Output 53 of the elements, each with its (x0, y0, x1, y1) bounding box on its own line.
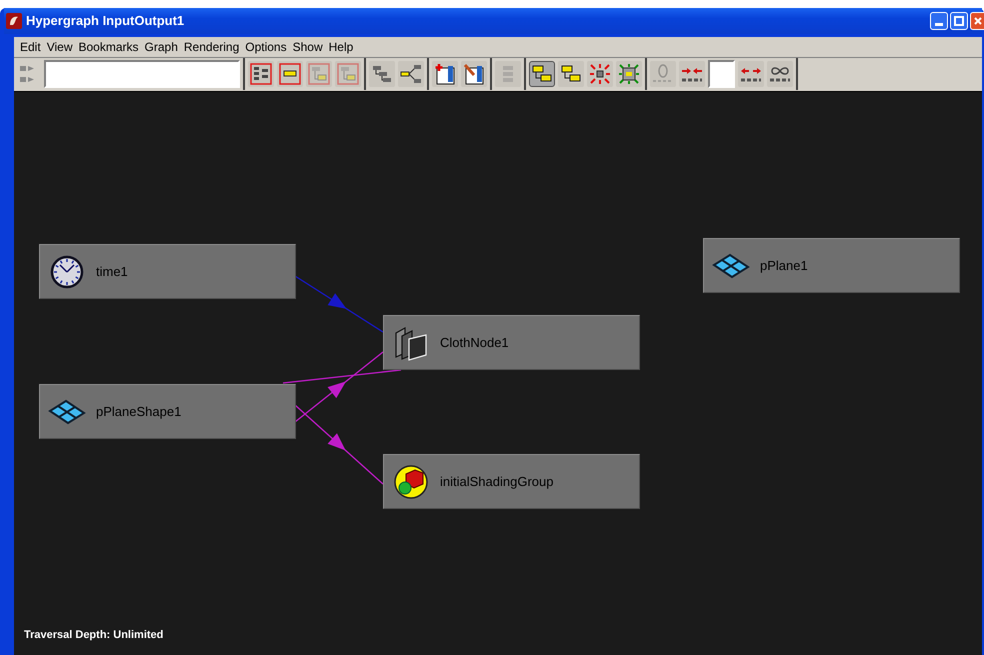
text-field[interactable] (44, 60, 240, 88)
node-label: initialShadingGroup (440, 472, 554, 491)
menu-item[interactable]: Edit (17, 38, 44, 56)
close-button[interactable] (970, 12, 984, 30)
menu-item[interactable]: Rendering (180, 38, 242, 56)
text-field[interactable] (708, 60, 735, 88)
status-text: Traversal Depth: Unlimited (24, 628, 164, 642)
menu-item[interactable]: Bookmarks (75, 38, 142, 56)
node-label: pPlaneShape1 (96, 402, 182, 421)
toolbar-button[interactable] (277, 61, 303, 87)
toolbar-button[interactable] (461, 61, 487, 87)
toolbar-button[interactable] (432, 61, 458, 87)
graph-node[interactable]: ClothNode1 (383, 315, 640, 370)
node-label: pPlane1 (760, 256, 808, 275)
menu-item[interactable]: Show (290, 38, 326, 56)
toolbar-button[interactable] (587, 61, 613, 87)
menu-item[interactable]: View (44, 38, 76, 56)
node-icon (279, 63, 301, 85)
menu-item[interactable]: Options (242, 38, 290, 56)
plane-icon (48, 398, 86, 424)
edit-bookmark-icon (463, 63, 485, 85)
graph-node[interactable]: time1 (39, 244, 296, 299)
branch-icon (400, 63, 422, 85)
zero-depth-icon (652, 63, 674, 85)
tree-icon (371, 63, 393, 85)
close-icon (974, 17, 982, 25)
maximize-icon (954, 16, 964, 26)
maximize-button[interactable] (950, 12, 968, 30)
tree-icon (337, 63, 359, 85)
plane-icon (712, 252, 750, 278)
shading-group-icon (393, 464, 429, 500)
graph-node[interactable]: initialShadingGroup (383, 454, 640, 509)
window-title: Hypergraph InputOutput1 (26, 12, 186, 30)
node-label: ClothNode1 (440, 334, 509, 352)
cloth-icon (393, 324, 429, 360)
node-label: time1 (96, 262, 128, 281)
tree-icon (308, 63, 330, 85)
minimize-icon (935, 23, 943, 26)
toolbar-button[interactable] (558, 61, 584, 87)
graph-node[interactable]: pPlane1 (703, 238, 960, 293)
menu-item[interactable]: Help (326, 38, 356, 56)
minimize-button[interactable] (930, 12, 948, 30)
toolbar-button[interactable] (398, 61, 424, 87)
toolbar-button[interactable] (616, 61, 642, 87)
add-bookmark-icon (434, 63, 456, 85)
expand-icon (618, 63, 640, 85)
app-icon (6, 13, 22, 29)
clock-icon (50, 254, 84, 288)
menu-item[interactable]: Graph (142, 38, 181, 56)
shrink-icon (589, 63, 611, 85)
graph-node[interactable]: pPlaneShape1 (39, 384, 296, 439)
toolbar-button[interactable] (529, 61, 555, 87)
hierarchy-icon (250, 63, 272, 85)
